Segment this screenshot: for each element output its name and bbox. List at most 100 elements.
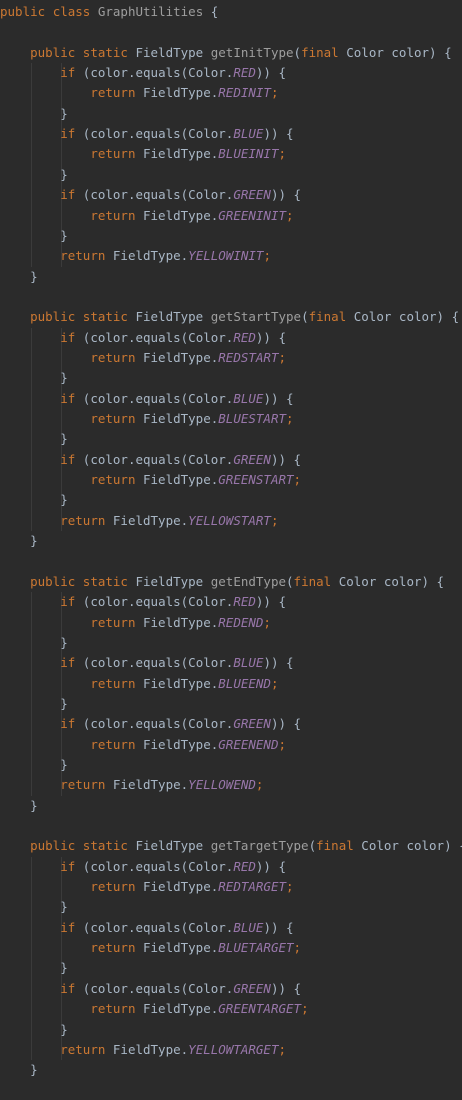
code-token: (color.equals(Color. xyxy=(75,329,234,345)
code-token: GREENTARGET xyxy=(218,1001,302,1017)
code-line: return FieldType.GREENEND; xyxy=(0,735,286,755)
code-token: ; xyxy=(286,879,294,895)
code-token: } xyxy=(0,797,38,813)
code-token: ( xyxy=(308,838,317,854)
code-line: return FieldType.GREENINIT; xyxy=(0,206,293,226)
code-token: return xyxy=(90,614,136,630)
code-token: FieldType. xyxy=(105,512,189,528)
code-token: if xyxy=(60,858,76,874)
code-token: )) { xyxy=(270,980,302,996)
code-token: FieldType xyxy=(127,573,211,589)
code-token: BLUE xyxy=(233,126,264,142)
code-token: )) { xyxy=(270,187,302,203)
code-token: static xyxy=(82,838,128,854)
code-token: if xyxy=(60,655,76,671)
code-token: if xyxy=(60,126,76,142)
code-token: FieldType. xyxy=(105,248,189,264)
code-token: return xyxy=(60,512,106,528)
code-line: if (color.equals(Color.RED)) { xyxy=(0,63,286,83)
code-token: ; xyxy=(286,411,294,426)
code-token: final xyxy=(301,44,339,60)
code-token: (color.equals(Color. xyxy=(75,126,234,142)
code-token: } xyxy=(0,634,68,650)
code-line: if (color.equals(Color.GREEN)) { xyxy=(0,979,301,999)
code-line: return FieldType.YELLOWSTART; xyxy=(0,511,278,531)
code-token: (color.equals(Color. xyxy=(75,451,234,467)
code-token: FieldType. xyxy=(135,675,219,691)
code-token: final xyxy=(308,309,347,325)
code-token: ; xyxy=(301,1001,309,1017)
code-token: BLUEINIT xyxy=(218,146,279,162)
code-token: { xyxy=(203,4,219,19)
code-token: FieldType. xyxy=(135,940,219,956)
code-token: public xyxy=(30,44,76,60)
code-line: } xyxy=(0,490,68,510)
code-token: ; xyxy=(255,777,264,793)
code-line: public static FieldType getEndType(final… xyxy=(0,572,444,592)
code-line: public class GraphUtilities { xyxy=(0,2,218,22)
code-token: } xyxy=(0,756,68,772)
code-line: if (color.equals(Color.GREEN)) { xyxy=(0,185,301,205)
code-token: public xyxy=(0,4,46,19)
code-token: (color.equals(Color. xyxy=(75,980,234,996)
code-line: public static FieldType getInitType(fina… xyxy=(0,43,452,63)
code-line: if (color.equals(Color.RED)) { xyxy=(0,592,286,612)
code-token: return xyxy=(90,146,136,162)
code-token: getTargetType xyxy=(210,838,309,854)
code-token: ( xyxy=(301,309,309,325)
code-token: RED xyxy=(233,329,256,345)
code-token: return xyxy=(90,879,136,895)
code-token: (color.equals(Color. xyxy=(75,858,234,874)
code-token: )) { xyxy=(255,329,287,345)
code-token: FieldType. xyxy=(105,1041,189,1057)
code-line: } xyxy=(0,897,68,917)
code-token: ( xyxy=(286,573,294,589)
code-token: GREEN xyxy=(233,716,271,732)
code-line: if (color.equals(Color.BLUE)) { xyxy=(0,124,293,144)
code-line: } xyxy=(0,694,68,714)
code-token: RED xyxy=(233,858,256,874)
code-token: ; xyxy=(278,146,287,162)
code-line: } xyxy=(0,1020,68,1040)
code-token: )) { xyxy=(263,655,294,671)
code-token: GraphUtilities xyxy=(97,4,204,19)
code-token: ; xyxy=(270,85,279,101)
code-token: )) { xyxy=(255,65,287,81)
code-token: FieldType. xyxy=(135,879,219,895)
code-token: } xyxy=(0,899,68,915)
code-token: } xyxy=(0,492,68,508)
code-token: if xyxy=(60,980,76,996)
code-token: } xyxy=(0,227,68,243)
code-line: } xyxy=(0,633,68,653)
code-token: public xyxy=(30,573,76,589)
code-token: return xyxy=(90,207,136,223)
code-token: ; xyxy=(293,940,302,956)
code-token: ; xyxy=(263,248,271,264)
code-token: } xyxy=(0,1021,68,1037)
code-token: if xyxy=(60,594,76,610)
code-line: public static FieldType getStartType(fin… xyxy=(0,307,459,327)
code-token: return xyxy=(90,85,136,101)
code-token: return xyxy=(60,1041,106,1057)
code-token: (color.equals(Color. xyxy=(75,187,234,203)
code-token: )) { xyxy=(263,390,294,406)
code-token: Color color) { xyxy=(353,838,462,854)
code-editor[interactable]: public class GraphUtilities { public sta… xyxy=(0,0,462,1100)
code-line: return FieldType.BLUEEND; xyxy=(0,674,278,694)
